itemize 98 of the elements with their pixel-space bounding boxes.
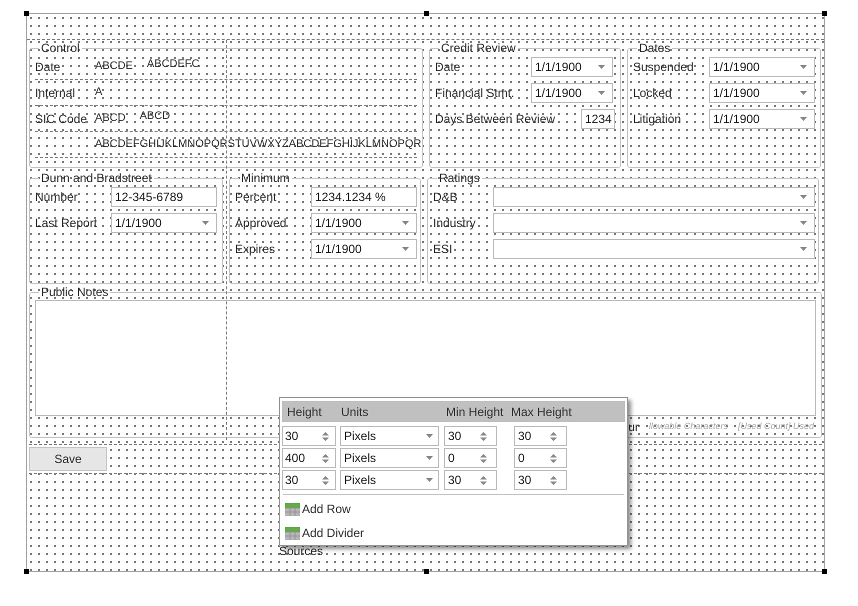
date-field[interactable]: 1/1/1900 [531, 57, 613, 77]
units-dropdown[interactable]: Pixels [340, 426, 439, 446]
caret-icon [402, 247, 409, 251]
caret-icon [800, 91, 807, 95]
spinner-icon [322, 476, 329, 484]
field-label: Approved [235, 215, 288, 232]
caret-icon [800, 117, 807, 121]
spinner-icon [550, 454, 557, 462]
field-value: A [95, 85, 102, 100]
max-height-spinner[interactable]: 0 [514, 448, 567, 468]
field-label: Suspended [633, 59, 695, 76]
caret-icon [800, 195, 807, 199]
min-height-spinner[interactable]: 0 [444, 448, 497, 468]
field-label: Expires [235, 241, 276, 258]
field-label: Date [435, 59, 462, 76]
add-menu-item[interactable]: Add Divider [282, 523, 364, 543]
grid-icon [285, 502, 300, 516]
add-menu-item[interactable]: Add Row [282, 499, 351, 519]
grid-icon [285, 526, 300, 540]
spinner-icon [550, 476, 557, 484]
character-count: llowable Characters [648, 420, 728, 434]
caret-icon [202, 221, 209, 225]
date-field[interactable]: 1/1/1900 [311, 213, 417, 233]
field-label: Internal [35, 84, 76, 102]
field-value: ABCD [140, 109, 170, 124]
field-value: ABCDEFGHIJKLMNOPQRSTUVWXYZABCDEFGHIJKLMNOPQR [95, 137, 422, 152]
group-title: Minimum [240, 172, 291, 184]
field-label: Litigation [633, 111, 682, 128]
caret-icon [800, 221, 807, 225]
field-value: ABCD [95, 111, 126, 126]
resize-handle[interactable] [822, 569, 827, 574]
caret-icon [426, 478, 433, 482]
column-header: Min Height [445, 404, 504, 420]
field-label: Days Between Review [435, 111, 556, 128]
caret-icon [598, 91, 605, 95]
resize-handle[interactable] [24, 11, 29, 16]
date-field[interactable]: 1/1/1900 [311, 239, 417, 259]
dropdown-field[interactable] [493, 213, 815, 233]
group-title: Dates [638, 42, 672, 54]
caret-icon [426, 434, 433, 438]
group-title: Public Notes [40, 286, 110, 298]
text-field[interactable]: 12-345-6789 [111, 187, 217, 207]
height-spinner[interactable]: 30 [282, 426, 336, 446]
group-title: Credit Review [440, 42, 517, 54]
resize-handle[interactable] [424, 11, 429, 16]
spinner-icon [322, 432, 329, 440]
caret-icon [800, 65, 807, 69]
height-spinner[interactable]: 30 [282, 470, 336, 490]
spinner-icon [480, 476, 487, 484]
field-label: SIC Code [35, 110, 88, 128]
resize-handle[interactable] [24, 569, 29, 574]
dropdown-field[interactable] [493, 239, 815, 259]
field-label: Date [35, 58, 62, 76]
field-label: Industry [433, 215, 477, 232]
caret-icon [402, 221, 409, 225]
spinner-icon [480, 454, 487, 462]
text-field[interactable]: 1234.1234 % [311, 187, 417, 207]
hidden-label: ur [628, 419, 639, 436]
height-spinner[interactable]: 400 [282, 448, 336, 468]
used-count: [Used Count] Used [738, 420, 814, 434]
date-field[interactable]: 1/1/1900 [111, 213, 217, 233]
field-label: Last Report [35, 215, 98, 232]
resize-handle[interactable] [424, 569, 429, 574]
number-field[interactable]: 1234 [581, 109, 615, 129]
spinner-icon [322, 454, 329, 462]
column-header: Height [286, 404, 323, 420]
date-field[interactable]: 1/1/1900 [709, 83, 815, 103]
field-label: D&B [433, 189, 459, 206]
field-label: Percent [235, 189, 278, 206]
group-title: Ratings [438, 172, 481, 184]
min-height-spinner[interactable]: 30 [444, 426, 497, 446]
max-height-spinner[interactable]: 30 [514, 426, 567, 446]
date-field[interactable]: 1/1/1900 [709, 57, 815, 77]
date-field[interactable]: 1/1/1900 [531, 83, 613, 103]
caret-icon [426, 456, 433, 460]
field-value: ABCDEFC [146, 57, 200, 72]
group-title: Control [40, 42, 81, 54]
caret-icon [800, 247, 807, 251]
max-height-spinner[interactable]: 30 [514, 470, 567, 490]
field-label: Locked [633, 85, 673, 102]
field-value: ABCDE [95, 59, 133, 74]
date-field[interactable]: 1/1/1900 [709, 109, 815, 129]
field-label: Financial Stmt. [435, 85, 516, 102]
save-button[interactable]: Save [29, 447, 107, 471]
column-header: Units [340, 404, 370, 420]
sources-label: Sources [279, 543, 324, 560]
column-header: Max Height [511, 404, 573, 420]
field-label: ESI [433, 241, 454, 258]
units-dropdown[interactable]: Pixels [340, 470, 439, 490]
spinner-icon [550, 432, 557, 440]
min-height-spinner[interactable]: 30 [444, 470, 497, 490]
group-title: Dunn and Bradstreet [40, 172, 153, 184]
field-label: Number [35, 189, 79, 206]
spinner-icon [480, 432, 487, 440]
dropdown-field[interactable] [493, 187, 815, 207]
caret-icon [598, 65, 605, 69]
resize-handle[interactable] [822, 11, 827, 16]
units-dropdown[interactable]: Pixels [340, 448, 439, 468]
